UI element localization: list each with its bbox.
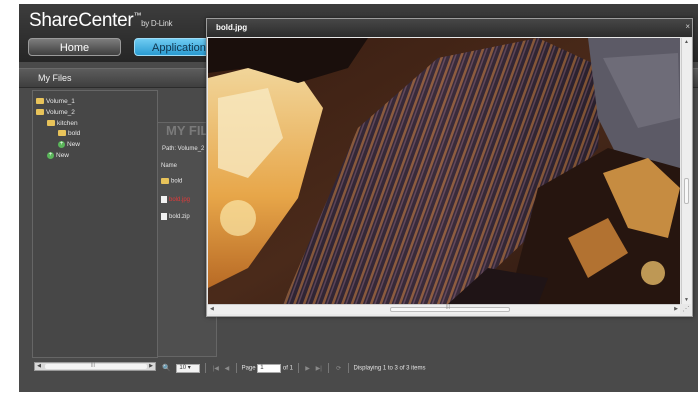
tree-item-bold[interactable]: bold [58, 130, 80, 138]
prev-page-icon[interactable]: ◀ [225, 365, 230, 372]
page-count-label: of 1 [282, 365, 293, 372]
folder-icon [36, 98, 44, 105]
refresh-icon[interactable]: ⟳ [336, 365, 341, 372]
preview-image [208, 38, 680, 304]
tree-item-new-folder-inner[interactable]: + New [58, 141, 80, 149]
grip-icon: ||| [446, 304, 450, 310]
column-header-name[interactable]: Name [161, 163, 177, 169]
brand-logo: ShareCenter™by D-Link [29, 10, 173, 31]
viewer-title: bold.jpg [216, 23, 248, 32]
file-icon [161, 213, 167, 220]
file-row-bold[interactable]: bold [161, 178, 182, 185]
folder-tree [32, 90, 158, 358]
scroll-right-icon[interactable]: ▶ [147, 363, 155, 370]
path-label: Path: Volume_2 [162, 146, 205, 152]
tree-horizontal-scrollbar[interactable]: ◀ ||| ▶ [34, 362, 156, 371]
scroll-up-icon[interactable]: ▲ [682, 39, 691, 45]
divider [328, 363, 330, 373]
scroll-left-icon[interactable]: ◀ [35, 363, 43, 370]
tree-item-volume-1[interactable]: Volume_1 [36, 98, 75, 106]
scrollbar-thumb[interactable] [684, 178, 689, 204]
divider [205, 363, 207, 373]
close-icon[interactable]: × [685, 22, 690, 31]
search-icon[interactable]: 🔍 [162, 364, 171, 372]
burnt-wood-photo [208, 38, 680, 304]
page-size-select[interactable]: 10 ▾ [176, 363, 201, 373]
folder-icon [36, 109, 44, 116]
add-folder-icon: + [58, 141, 65, 148]
page-number-input[interactable]: 1 [257, 363, 282, 373]
image-viewer-dialog: bold.jpg × ▲ ▼ ◀ ||| ▶ ⋰ [206, 18, 693, 317]
scroll-down-icon[interactable]: ▼ [682, 297, 691, 303]
tree-item-kitchen[interactable]: kitchen [47, 120, 78, 128]
page-label: Page [241, 365, 256, 372]
viewer-horizontal-scrollbar[interactable]: ◀ ||| ▶ [208, 304, 680, 314]
scroll-left-icon[interactable]: ◀ [210, 306, 214, 312]
nav-applications-tab[interactable]: Applications [134, 38, 214, 56]
viewer-vertical-scrollbar[interactable]: ▲ ▼ [681, 38, 691, 304]
scrollbar-thumb[interactable] [390, 307, 510, 312]
file-row-bold-zip[interactable]: bold.zip [161, 213, 190, 220]
tree-item-new-folder-outer[interactable]: + New [47, 152, 69, 160]
viewer-title-bar[interactable]: bold.jpg × [207, 19, 692, 37]
pagination-status: Displaying 1 to 3 of 3 items [353, 365, 426, 372]
add-folder-icon: + [47, 152, 54, 159]
next-page-icon[interactable]: ▶ [305, 365, 310, 372]
panel-title: My Files [38, 73, 72, 83]
divider [235, 363, 237, 373]
last-page-icon[interactable]: ▶| [316, 365, 322, 372]
file-icon [161, 196, 167, 203]
folder-icon [58, 130, 66, 137]
folder-icon [47, 120, 55, 127]
first-page-icon[interactable]: |◀ [213, 365, 219, 372]
grip-icon: ||| [91, 362, 95, 368]
divider [347, 363, 349, 373]
tree-item-volume-2[interactable]: Volume_2 [36, 109, 75, 117]
divider [297, 363, 299, 373]
nav-home-tab[interactable]: Home [28, 38, 121, 56]
file-row-bold-jpg[interactable]: bold.jpg [161, 196, 190, 203]
scroll-right-icon[interactable]: ▶ [674, 306, 678, 312]
folder-icon [161, 178, 169, 184]
resize-handle-icon[interactable]: ⋰ [681, 305, 691, 315]
pagination-bar: 🔍 10 ▾ |◀ ◀ Page 1 of 1 ▶ ▶| ⟳ Displayin… [162, 363, 426, 375]
scrollbar-thumb[interactable] [45, 364, 147, 369]
sharecenter-window: ShareCenter™by D-Link Home Applications … [0, 0, 698, 398]
